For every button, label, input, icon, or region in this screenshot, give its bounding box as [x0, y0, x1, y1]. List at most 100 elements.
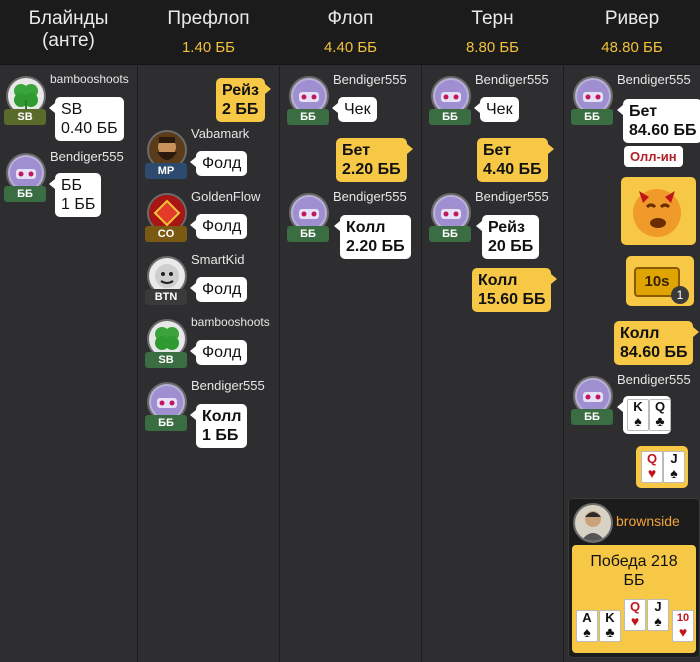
card-rank: Q	[654, 399, 666, 414]
board-card: 10 ♥	[672, 610, 694, 642]
card-rank: K	[605, 610, 615, 625]
win-amount: Победа 218	[590, 553, 678, 570]
action-bubble: Чек	[332, 97, 377, 122]
action-amount: 4.40 ББ	[483, 161, 542, 178]
action-label: Бет	[483, 142, 512, 159]
card-suit: ♣	[655, 413, 665, 429]
action-amount: 2.20 ББ	[346, 238, 405, 255]
card-suit: ♥	[678, 624, 688, 640]
pot-amount: 4.40 ББ	[323, 39, 378, 56]
player-name: Bendiger555	[333, 72, 407, 87]
blind-label: ББ	[61, 177, 82, 194]
winner-avatar-icon	[573, 503, 613, 543]
column-title: Префлоп	[167, 8, 250, 29]
column-title: Флоп	[327, 8, 374, 29]
column-header: Флоп 4.40 ББ	[280, 0, 421, 65]
card: J ♠	[663, 451, 685, 483]
player-name: bambooshoots	[191, 315, 270, 329]
win-box: Победа 218 ББ A ♠ K ♣ Q ♥ J ♠ 10 ♥	[572, 545, 696, 653]
card-rank: J	[670, 451, 678, 466]
action-amount: 1 ББ	[202, 427, 239, 444]
column-header: Терн 8.80 ББ	[422, 0, 563, 65]
card-suit: ♥	[630, 613, 640, 629]
pot-amount: 8.80 ББ	[465, 39, 520, 56]
player-name: Bendiger555	[617, 372, 691, 387]
action-label: Рейз	[222, 82, 259, 99]
action-amount: 84.60 ББ	[629, 122, 697, 139]
action-bubble: Бет 84.60 ББ	[616, 99, 700, 143]
board-card: K ♣	[599, 610, 621, 642]
card-suit: ♠	[583, 624, 591, 640]
winner-name: brownside	[616, 513, 680, 529]
action-amount: 2 ББ	[222, 101, 259, 118]
position-badge: ББ	[571, 409, 613, 425]
player-name: SmartKid	[191, 252, 245, 267]
position-badge: CO	[145, 226, 187, 242]
board-card: A ♠	[576, 610, 598, 642]
card-rank: Q	[629, 599, 641, 614]
card: Q ♥	[641, 451, 663, 483]
card-suit: ♣	[605, 624, 615, 640]
card-rank: J	[654, 599, 662, 614]
action-bubble: Фолд	[189, 340, 248, 365]
action-bubble: Рейз 20 ББ	[475, 215, 540, 259]
timebank-bubble: 10s 1	[626, 256, 694, 306]
action-bubble: Фолд	[189, 214, 248, 239]
player-name: Bendiger555	[475, 189, 549, 204]
player-name: Bendiger555	[617, 72, 691, 87]
position-badge: ББ	[287, 109, 329, 125]
action-label: Колл	[346, 219, 386, 236]
bet-bubble: Бет 2.20 ББ	[336, 138, 413, 182]
position-badge: ББ	[287, 226, 329, 242]
win-unit: ББ	[623, 572, 645, 589]
player-name: Vabamark	[191, 126, 250, 141]
board-card: J ♠	[647, 599, 669, 631]
player-name: Bendiger555	[50, 149, 124, 164]
raise-bubble: Рейз 2 ББ	[216, 78, 271, 122]
position-badge: SB	[145, 352, 187, 368]
player-name: Bendiger555	[475, 72, 549, 87]
card-rank: Q	[646, 451, 658, 466]
action-amount: 84.60 ББ	[620, 344, 688, 361]
blind-bubble: ББ 1 ББ	[48, 173, 102, 217]
blind-amount: 1 ББ	[61, 196, 96, 213]
call-bubble: Колл 84.60 ББ	[614, 321, 700, 365]
action-bubble: Фолд	[189, 151, 248, 176]
action-bubble: Колл 2.20 ББ	[334, 215, 411, 259]
action-amount: 20 ББ	[488, 238, 534, 255]
card-suit: ♥	[647, 465, 657, 481]
card-suit: ♠	[670, 465, 678, 481]
column-header: Префлоп 1.40 ББ	[138, 0, 279, 65]
hole-cards-bubble: K ♠ Q ♣	[617, 396, 671, 434]
call-bubble: Колл 15.60 ББ	[472, 268, 559, 312]
action-label: Колл	[202, 408, 242, 425]
column-title: Терн	[471, 8, 514, 29]
board-card: Q ♥	[624, 599, 646, 631]
pot-amount: 48.80 ББ	[601, 39, 663, 56]
player-name: GoldenFlow	[191, 189, 261, 204]
column-turn: Терн 8.80 ББ ББ Bendiger555 Чек Бет 4.40…	[422, 0, 564, 662]
column-title: Блайнды (анте)	[28, 8, 109, 51]
column-preflop: Префлоп 1.40 ББ Рейз 2 ББ MP Vabamark Фо…	[138, 0, 280, 662]
position-badge: BTN	[145, 289, 187, 305]
bet-bubble: Бет 4.40 ББ	[477, 138, 554, 182]
blind-bubble: SB 0.40 ББ	[49, 97, 124, 141]
column-title: Ривер	[604, 8, 660, 29]
card-rank: A	[582, 610, 592, 625]
timebank-count: 1	[671, 286, 689, 304]
action-amount: 15.60 ББ	[478, 291, 546, 308]
action-label: Колл	[478, 272, 518, 289]
player-name: Bendiger555	[333, 189, 407, 204]
position-badge: ББ	[429, 226, 471, 242]
action-amount: 2.20 ББ	[342, 161, 401, 178]
all-in-badge: Олл-ин	[624, 146, 683, 167]
card-suit: ♠	[634, 413, 642, 429]
column-blinds: Блайнды (анте) SB bambooshoots SB 0.40 Б…	[0, 0, 138, 662]
position-badge: ББ	[4, 186, 46, 202]
position-badge: ББ	[571, 109, 613, 125]
card: K ♠	[627, 399, 649, 431]
emoji-bubble	[621, 177, 696, 245]
column-header: Блайнды (анте)	[0, 0, 137, 65]
card-rank: 10	[676, 612, 690, 624]
position-badge: MP	[145, 163, 187, 179]
